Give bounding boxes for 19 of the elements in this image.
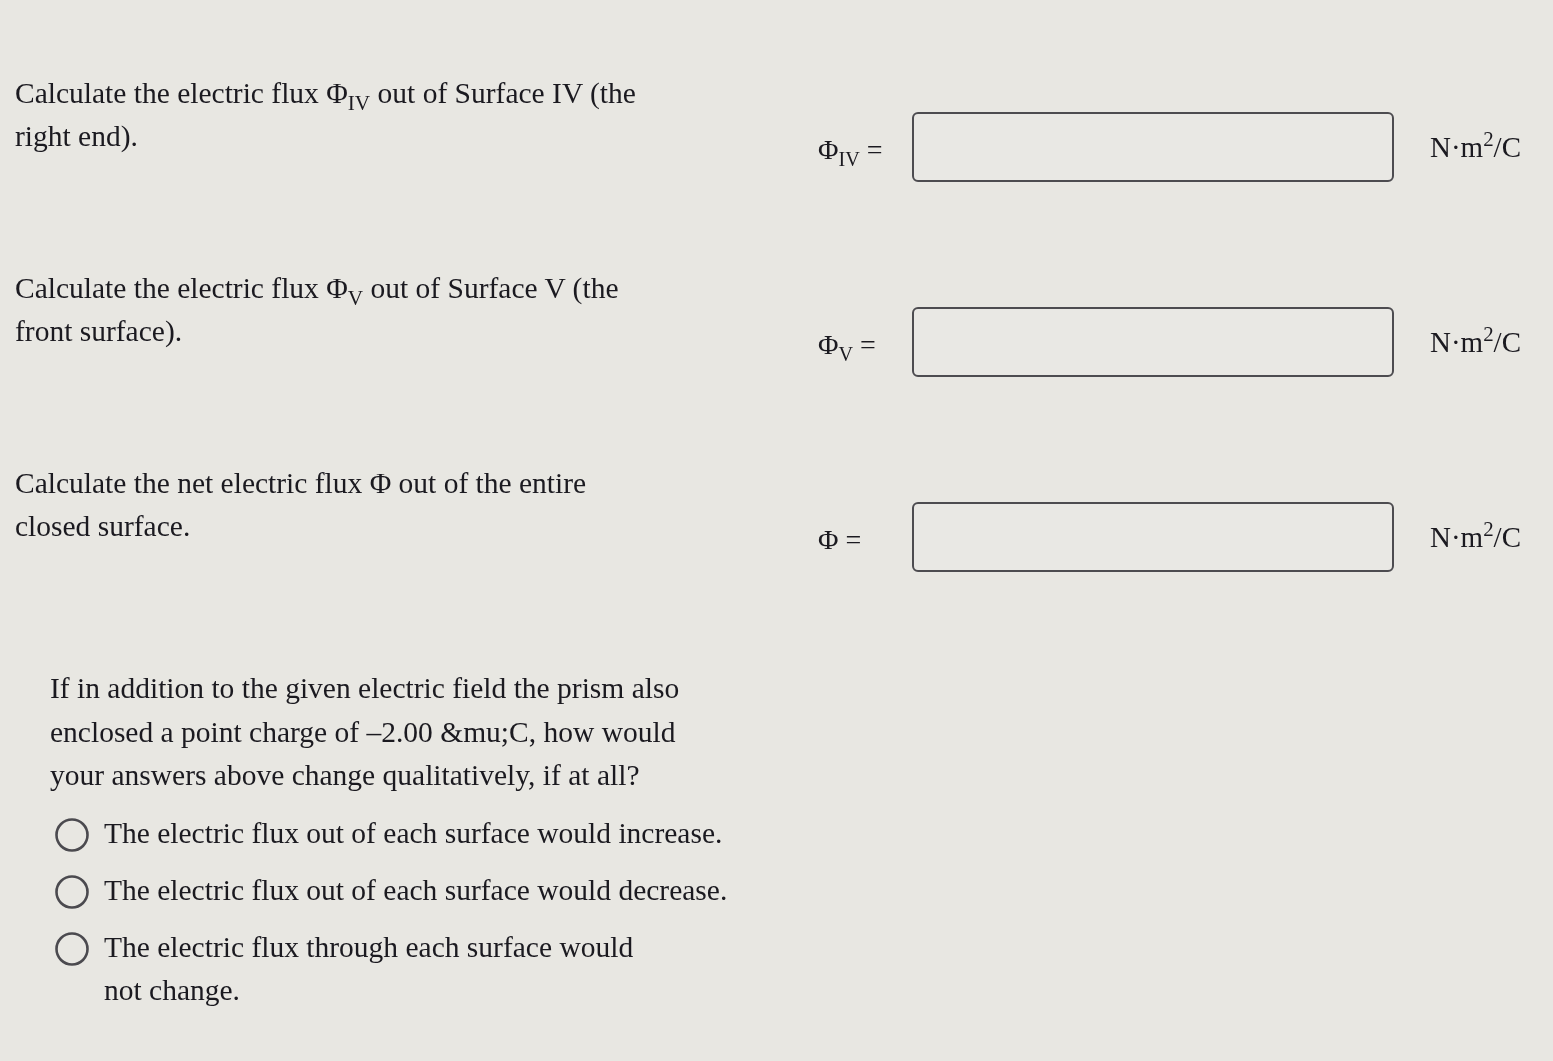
question-text: If in addition to the given electric field the prism also enclosed a point charge of –2.00 &mu;C, how would your answers above change qualitatively, if at all? — [50, 671, 681, 793]
unit-label: N·m$^{2}$/C — [1430, 130, 1521, 164]
answer-label: Φ = — [818, 523, 863, 556]
answer-label: Φ$_{V}$ = — [818, 328, 877, 361]
unit-label: N·m$^{2}$/C — [1430, 325, 1521, 359]
radio-button[interactable] — [55, 817, 89, 852]
question-prompt: Calculate the electric flux Φ$_{IV}$ out of Surface IV (the right end). — [15, 76, 637, 154]
answer-label: Φ$_{IV}$ = — [818, 133, 884, 166]
option-label[interactable]: The electric flux through each surface would not change. — [104, 925, 664, 1012]
unit-label: N·m$^{2}$/C — [1430, 520, 1521, 554]
question-prompt: Calculate the electric flux Φ$_{V}$ out of Surface V (the front surface). — [15, 271, 620, 349]
option-label[interactable]: The electric flux out of each surface would increase. — [104, 811, 723, 855]
radio-button[interactable] — [55, 874, 89, 909]
answer-field[interactable] — [912, 307, 1394, 377]
radio-button[interactable] — [55, 931, 89, 966]
answer-field[interactable] — [912, 112, 1394, 182]
answer-field[interactable] — [912, 502, 1394, 572]
option-label[interactable]: The electric flux out of each surface would decrease. — [104, 868, 728, 912]
question-prompt: Calculate the net electric flux Φ out of the entire closed surface. — [15, 466, 588, 544]
